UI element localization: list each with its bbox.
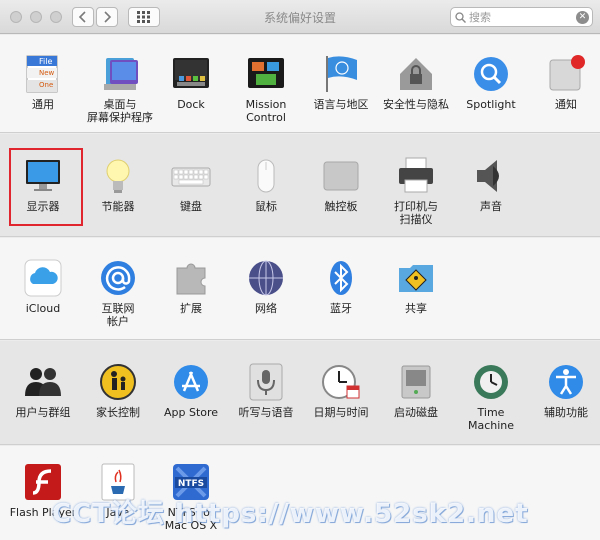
pane-notifications[interactable]: 通知 (528, 54, 600, 111)
pane-accessibility[interactable]: 辅助功能 (528, 362, 600, 419)
pane-label: 语言与地区 (313, 98, 369, 111)
pane-extensions[interactable]: 扩展 (153, 258, 229, 315)
pane-printers-scanners[interactable]: 打印机与 扫描仪 (378, 156, 454, 226)
keyboard-icon (171, 156, 211, 196)
clear-search-button[interactable]: ✕ (576, 11, 589, 24)
pane-dock[interactable]: Dock (153, 54, 229, 111)
sharing-icon (396, 258, 436, 298)
pane-label: 听写与语音 (238, 406, 294, 419)
desktop-screensaver-icon (100, 54, 140, 94)
search-field[interactable]: ✕ (450, 7, 593, 27)
dock-icon (171, 54, 211, 94)
pane-sound[interactable]: 声音 (453, 156, 529, 213)
pane-label: iCloud (25, 302, 61, 315)
pane-label: 鼠标 (255, 200, 277, 213)
pane-label: 共享 (405, 302, 427, 315)
pane-label: 显示器 (26, 200, 60, 213)
pane-label: 声音 (480, 200, 502, 213)
pane-label: 网络 (255, 302, 277, 315)
general-icon: File New One (23, 54, 63, 94)
printer-scanner-icon (396, 156, 436, 196)
pane-label: 键盘 (180, 200, 202, 213)
pane-label: 日期与时间 (313, 406, 369, 419)
pane-startup-disk[interactable]: 启动磁盘 (378, 362, 454, 419)
pane-label: App Store (163, 406, 219, 419)
pane-label: Mission Control (245, 98, 287, 124)
pane-label: 启动磁盘 (394, 406, 438, 419)
pane-label: 用户与群组 (15, 406, 71, 419)
pane-label: 互联网 帐户 (101, 302, 135, 328)
pane-app-store[interactable]: App Store (153, 362, 229, 419)
title-bar: 系统偏好设置 ✕ (0, 0, 600, 34)
internet-accounts-icon (98, 258, 138, 298)
pane-network[interactable]: 网络 (228, 258, 304, 315)
pane-label: 节能器 (101, 200, 135, 213)
pane-label: 蓝牙 (330, 302, 352, 315)
pane-internet-accounts[interactable]: 互联网 帐户 (80, 258, 156, 328)
pane-desktop-screensaver[interactable]: 桌面与 屏幕保护程序 (80, 54, 160, 124)
pane-label: 通知 (555, 98, 577, 111)
search-input[interactable] (469, 10, 569, 24)
pane-label: Time Machine (467, 406, 515, 432)
dictation-speech-icon (246, 362, 286, 402)
pane-mission-control[interactable]: Mission Control (228, 54, 304, 124)
security-privacy-icon (396, 54, 436, 94)
trackpad-icon (321, 156, 361, 196)
bluetooth-icon (321, 258, 361, 298)
spotlight-icon (471, 54, 511, 94)
pane-label: 家长控制 (96, 406, 140, 419)
pane-label: 触控板 (324, 200, 358, 213)
parental-controls-icon (98, 362, 138, 402)
search-icon (455, 11, 466, 23)
pane-time-machine[interactable]: Time Machine (453, 362, 529, 432)
network-icon (246, 258, 286, 298)
pane-label: Dock (177, 98, 205, 111)
pane-label: 打印机与 扫描仪 (394, 200, 438, 226)
pane-mouse[interactable]: 鼠标 (228, 156, 304, 213)
pane-icloud[interactable]: iCloud (5, 258, 81, 315)
general-icon-one-text: One (39, 81, 53, 89)
energy-saver-icon (98, 156, 138, 196)
extensions-icon (171, 258, 211, 298)
accessibility-icon (546, 362, 586, 402)
pane-sharing[interactable]: 共享 (378, 258, 454, 315)
time-machine-icon (471, 362, 511, 402)
pane-displays[interactable]: 显示器 (5, 156, 81, 213)
pane-trackpad[interactable]: 触控板 (303, 156, 379, 213)
pane-general[interactable]: File New One 通用 (5, 54, 81, 111)
general-icon-file-text: File (39, 57, 52, 66)
sound-icon (471, 156, 511, 196)
notifications-icon (546, 54, 586, 94)
pane-parental-controls[interactable]: 家长控制 (80, 362, 156, 419)
app-store-icon (171, 362, 211, 402)
pane-users-groups[interactable]: 用户与群组 (5, 362, 81, 419)
pane-label: 通用 (32, 98, 54, 111)
icloud-icon (23, 258, 63, 298)
general-icon-new-text: New (39, 69, 55, 77)
pane-label: 辅助功能 (544, 406, 588, 419)
pane-label: 扩展 (180, 302, 202, 315)
mission-control-icon (246, 54, 286, 94)
startup-disk-icon (396, 362, 436, 402)
pane-spotlight[interactable]: Spotlight (453, 54, 529, 111)
pane-bluetooth[interactable]: 蓝牙 (303, 258, 379, 315)
mouse-icon (246, 156, 286, 196)
pane-label: 桌面与 屏幕保护程序 (87, 98, 153, 124)
pane-date-time[interactable]: 日期与时间 (303, 362, 379, 419)
language-region-icon (321, 54, 361, 94)
displays-icon (23, 156, 63, 196)
pane-language-region[interactable]: 语言与地区 (303, 54, 379, 111)
pane-security-privacy[interactable]: 安全性与隐私 (378, 54, 454, 111)
users-groups-icon (23, 362, 63, 402)
pane-dictation-speech[interactable]: 听写与语音 (228, 362, 304, 419)
pane-label: Spotlight (466, 98, 516, 111)
ntfs-icon-text: NTFS (178, 479, 204, 489)
pane-energy-saver[interactable]: 节能器 (80, 156, 156, 213)
watermark-text: CCT论坛 https://www.52sk2.net (52, 499, 529, 529)
date-time-icon (321, 362, 361, 402)
pane-label: 安全性与隐私 (383, 98, 449, 111)
pane-keyboard[interactable]: 键盘 (153, 156, 229, 213)
